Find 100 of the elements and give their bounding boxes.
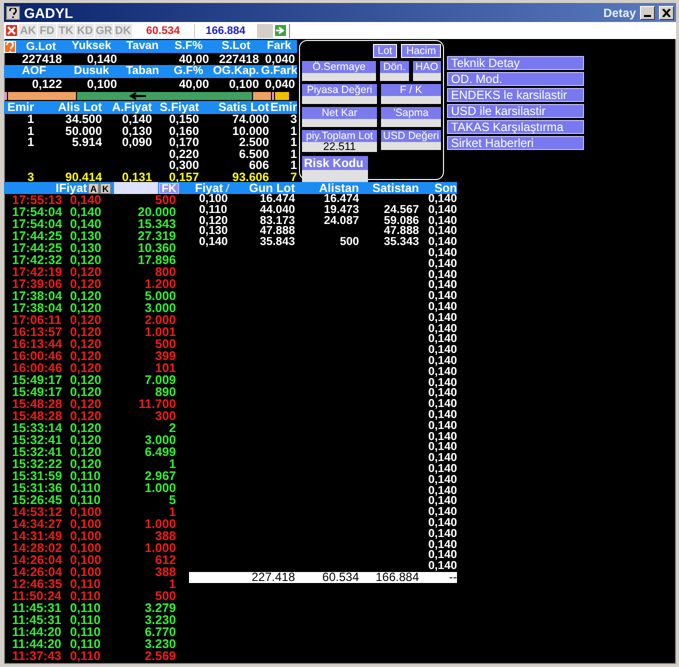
column-header: Fark <box>266 40 292 53</box>
trade-price: 0,110 <box>70 602 102 614</box>
toolbar-tab[interactable]: KD <box>76 24 94 38</box>
trade-price: 0,120 <box>70 458 102 470</box>
action-button[interactable]: Sirket Haberleri <box>447 136 584 150</box>
column-header: G.F% <box>172 65 204 78</box>
table-cell-text: 0,140 <box>427 291 457 302</box>
action-button[interactable]: Teknik Detay <box>447 56 584 70</box>
trade-time: 14:26:04 <box>12 566 64 578</box>
table-cell-text: 0,110 <box>198 204 228 216</box>
table-cell-text: 0,140 <box>427 518 457 529</box>
total-cell-text: -- <box>449 572 457 583</box>
toolbar-tab[interactable]: TK <box>57 24 75 38</box>
table-cell-text: 47.888 <box>258 226 295 238</box>
arrow-button[interactable] <box>274 24 287 37</box>
minimize-button[interactable] <box>640 6 655 20</box>
trade-lot: 500 <box>154 590 176 602</box>
trade-lot: 10.360 <box>136 242 176 254</box>
table-cell-text: 0,140 <box>427 453 457 464</box>
trade-time: 14:26:04 <box>12 554 64 566</box>
trade-price: 0,140 <box>70 218 102 230</box>
close-icon[interactable] <box>5 24 18 37</box>
table-cell-text: 47.888 <box>382 226 419 238</box>
window-title: GADYL <box>24 4 73 20</box>
column-header: Yuksek <box>70 40 112 53</box>
table-cell-text: 500 <box>338 237 359 248</box>
trade-lot: 612 <box>154 554 176 566</box>
table-cell-text: 0,140 <box>427 474 457 486</box>
depth-cell-text: 0,300 <box>168 160 199 172</box>
table-cell-text: 0,140 <box>427 550 457 562</box>
toolbar-tab[interactable]: DK <box>114 24 132 38</box>
toolbar-tab[interactable]: GR <box>95 24 113 38</box>
trade-lot: 1.000 <box>144 518 176 530</box>
trade-price: 0,120 <box>70 338 102 350</box>
trade-time: 15:49:17 <box>12 374 64 386</box>
trade-time: 14:53:12 <box>12 506 64 518</box>
table-cell-text: 0,120 <box>198 216 229 226</box>
trade-price: 0,120 <box>70 398 102 410</box>
trade-price: 0,140 <box>70 194 102 206</box>
trade-price: 0,120 <box>70 350 102 362</box>
column-header: Satistan <box>371 182 419 194</box>
table-cell-text: 0,140 <box>427 410 457 421</box>
trade-lot: 300 <box>154 410 176 422</box>
trade-time: 11:50:24 <box>12 590 62 602</box>
toolbar-tab[interactable]: FD <box>38 24 56 38</box>
trade-time: 15:26:45 <box>12 494 64 506</box>
quote-value: 0,100 <box>86 78 118 90</box>
trade-lot: 1.001 <box>144 326 176 338</box>
table-cell-text: 19.473 <box>322 204 359 216</box>
trade-time: 11:37:43 <box>12 650 62 662</box>
quote-value: 0,040 <box>264 78 296 90</box>
trade-time: 15:33:14 <box>12 422 64 434</box>
trade-price: 0,120 <box>70 410 102 422</box>
trade-lot: 800 <box>154 266 176 278</box>
column-header: Emir <box>6 101 34 112</box>
filter-button[interactable]: FK <box>159 182 179 194</box>
trade-lot: 1.000 <box>144 542 176 554</box>
table-cell-text: 0,140 <box>427 378 457 388</box>
action-button[interactable]: ENDEKS le karsilastir <box>447 88 584 102</box>
trade-lot: 15.343 <box>136 218 176 230</box>
trade-time: 17:38:04 <box>12 302 64 314</box>
quote-value: 0,140 <box>86 53 118 65</box>
depth-cell-text: 0,160 <box>168 126 199 137</box>
trade-time: 14:34:27 <box>12 518 64 530</box>
help-icon[interactable] <box>6 6 20 20</box>
trade-price: 0,100 <box>70 530 102 542</box>
sort-button[interactable]: K <box>100 182 111 194</box>
toggle-button[interactable]: Lot <box>372 44 398 58</box>
trade-lot: 1 <box>168 506 176 518</box>
trade-price: 0,110 <box>70 638 102 650</box>
table-cell-text: 0,140 <box>427 280 457 292</box>
toggle-button[interactable]: Hacim <box>401 44 441 58</box>
action-button[interactable]: USD ile karsilastir <box>447 104 584 118</box>
action-button[interactable]: OD. Mod. <box>447 72 584 86</box>
trade-lot: 6.499 <box>144 446 176 458</box>
action-button[interactable]: TAKAS Karşılaştırma <box>447 120 584 134</box>
trade-time: 11:44:20 <box>12 626 62 638</box>
table-cell-text: 59.086 <box>382 216 419 226</box>
table-cell-text: 83.173 <box>258 216 295 226</box>
column-header: Dusuk <box>72 65 110 78</box>
sort-button[interactable]: A <box>88 182 99 194</box>
close-button[interactable] <box>659 6 674 20</box>
table-cell-text: 0,140 <box>427 399 457 410</box>
filter-field[interactable] <box>114 182 158 194</box>
column-header: G.Lot <box>24 40 58 52</box>
trade-lot: 5 <box>168 494 176 506</box>
column-header: Alistan <box>318 182 359 194</box>
trade-price: 0,120 <box>70 302 102 314</box>
depth-cell-text: 5.914 <box>72 137 102 148</box>
field-label: Ö.Sermaye <box>302 61 376 73</box>
column-header: S.F% <box>173 40 204 53</box>
trade-price: 0,110 <box>70 470 102 482</box>
table-cell-text: 0,140 <box>427 432 457 442</box>
table-cell-text: 0,140 <box>427 226 457 238</box>
total-cell-text: 93.606 <box>231 172 269 183</box>
trade-lot: 388 <box>154 566 176 578</box>
toolbar-tab[interactable]: AK <box>19 24 37 38</box>
trade-price: 0,120 <box>70 314 102 326</box>
sort-icon[interactable] <box>225 182 230 194</box>
value-box <box>380 73 409 81</box>
